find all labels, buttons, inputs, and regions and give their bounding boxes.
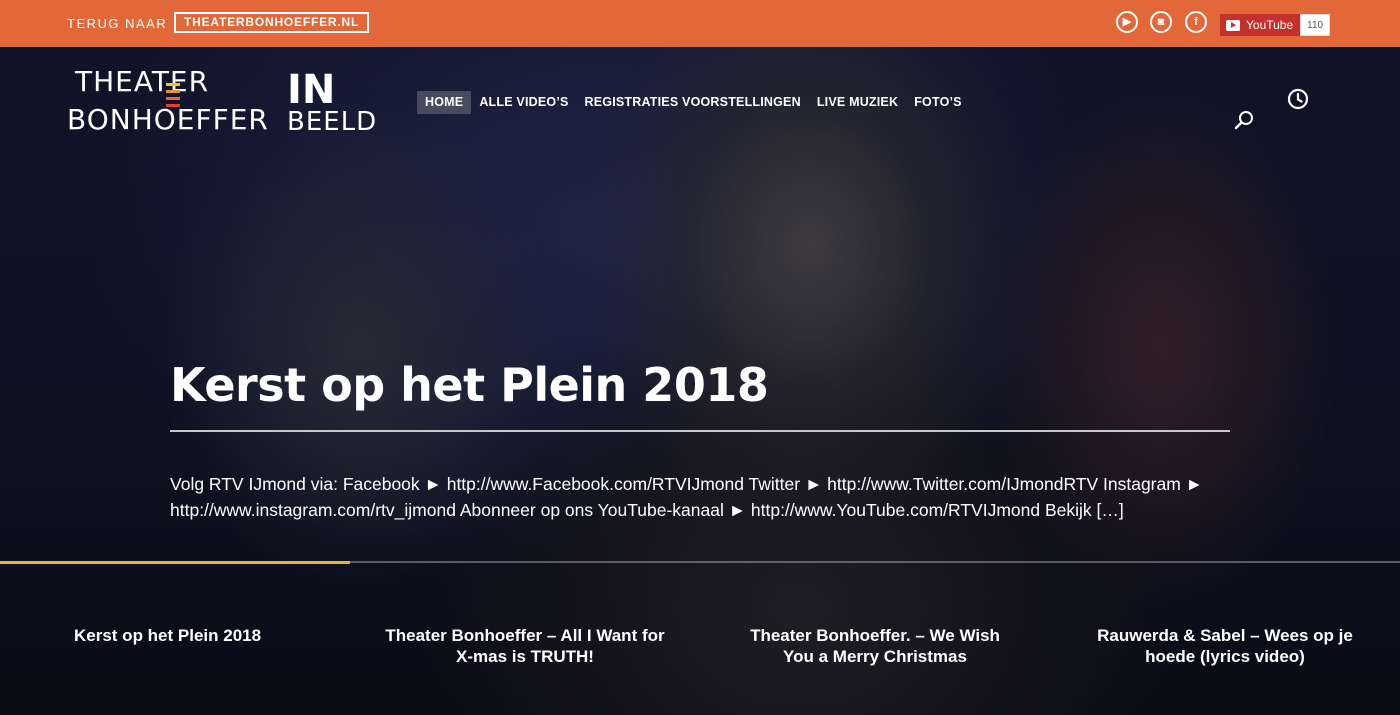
logo-bar xyxy=(166,90,180,93)
top-bar: TERUG NAAR THEATERBONHOEFFER.NL ▶ ◙ f Yo… xyxy=(0,0,1400,47)
slider-track xyxy=(0,561,1400,564)
slide-item[interactable]: Rauwerda & Sabel – Wees op je hoede (lyr… xyxy=(1085,625,1365,667)
nav-item-fotos[interactable]: FOTO’S xyxy=(906,91,970,114)
youtube-icon[interactable]: ▶ xyxy=(1116,11,1138,33)
site-logo[interactable]: THEATER BONHOEFFER IN BEELD xyxy=(67,65,387,140)
instagram-icon[interactable]: ◙ xyxy=(1150,11,1172,33)
youtube-subscribe-button[interactable]: YouTube 110 xyxy=(1220,14,1331,36)
hero-description: Volg RTV IJmond via: Facebook ► http://w… xyxy=(170,474,1203,520)
logo-bar xyxy=(166,104,180,107)
nav-item-registraties[interactable]: REGISTRATIES VOORSTELLINGEN xyxy=(577,91,809,114)
theaterbonhoeffer-link[interactable]: THEATERBONHOEFFER.NL xyxy=(174,12,370,33)
hero-title[interactable]: Kerst op het Plein 2018 xyxy=(170,358,769,412)
clock-icon[interactable] xyxy=(1287,88,1309,110)
back-label: TERUG NAAR xyxy=(67,16,168,31)
logo-equalizer-icon xyxy=(166,83,180,111)
logo-bar xyxy=(166,97,180,100)
slide-item[interactable]: Theater Bonhoeffer – All I Want for X-ma… xyxy=(385,625,665,667)
slide-item[interactable]: Kerst op het Plein 2018 xyxy=(74,625,354,646)
nav-item-live-muziek[interactable]: LIVE MUZIEK xyxy=(809,91,906,114)
hero-divider xyxy=(170,430,1230,432)
main-nav: HOME ALLE VIDEO’S REGISTRATIES VOORSTELL… xyxy=(417,91,970,114)
facebook-icon[interactable]: f xyxy=(1185,11,1207,33)
nav-item-alle-videos[interactable]: ALLE VIDEO’S xyxy=(471,91,576,114)
slide-list: Kerst op het Plein 2018 Theater Bonhoeff… xyxy=(0,625,1400,705)
logo-bar xyxy=(166,83,180,86)
subscriber-count: 110 xyxy=(1300,14,1331,36)
nav-item-home[interactable]: HOME xyxy=(417,91,472,114)
logo-line-theater: THEATER xyxy=(75,65,210,98)
logo-line-beeld: BEELD xyxy=(287,107,378,137)
slide-item[interactable]: Theater Bonhoeffer. – We Wish You a Merr… xyxy=(735,625,1015,667)
search-icon[interactable] xyxy=(1233,109,1255,131)
slider-progress xyxy=(0,561,350,564)
youtube-label: YouTube xyxy=(1246,18,1294,32)
youtube-logo-icon xyxy=(1226,19,1240,31)
